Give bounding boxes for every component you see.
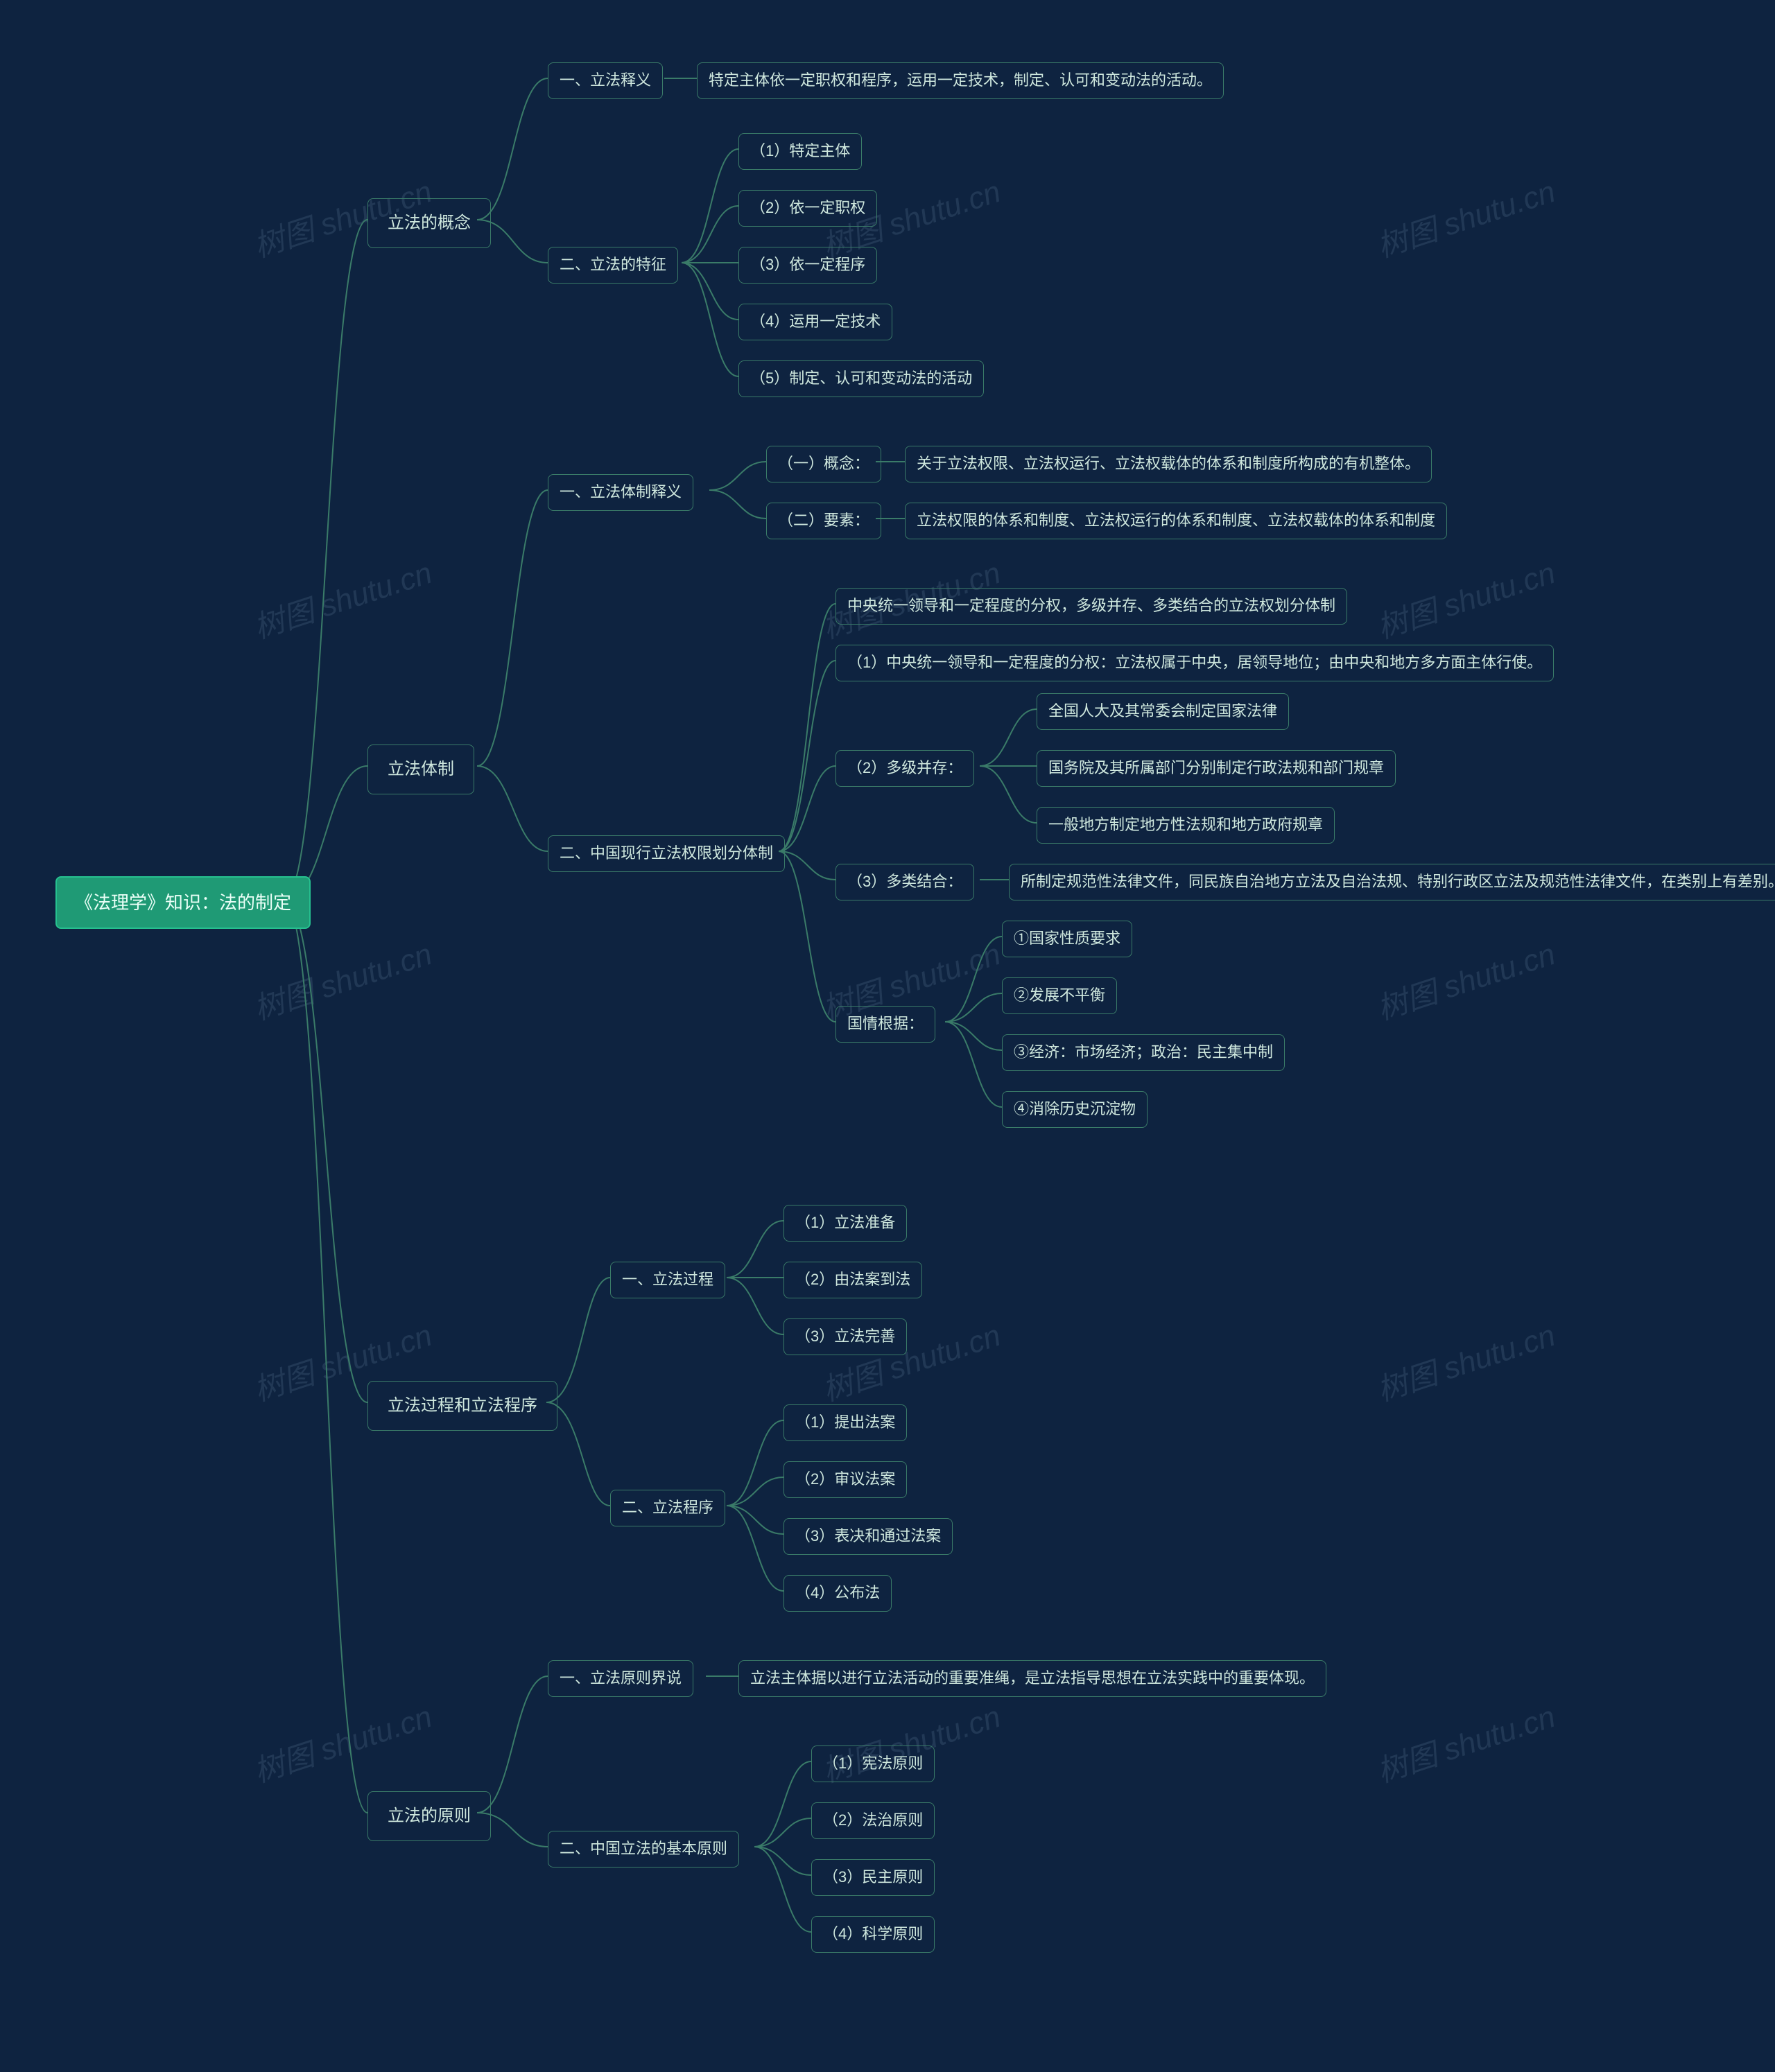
s2-b1-i1-detail: 关于立法权限、立法权运行、立法权载体的体系和制度所构成的有机整体。: [905, 446, 1432, 482]
s2-b2-basis[interactable]: 国情根据：: [835, 1006, 935, 1043]
watermark: 树图 shutu.cn: [248, 548, 437, 647]
section-concept[interactable]: 立法的概念: [367, 198, 491, 248]
watermark: 树图 shutu.cn: [1371, 1310, 1560, 1409]
s2-b2-basis-a: ①国家性质要求: [1002, 921, 1132, 957]
s4-b2-i4: （4）科学原则: [811, 1916, 935, 1953]
s2-b1-i2[interactable]: （二）要素：: [766, 503, 881, 539]
s2-b2[interactable]: 二、中国现行立法权限划分体制: [548, 835, 785, 872]
watermark: 树图 shutu.cn: [1371, 1691, 1560, 1791]
s2-b2-p2-c: 一般地方制定地方性法规和地方政府规章: [1037, 807, 1335, 844]
s2-b1-i2-detail: 立法权限的体系和制度、立法权运行的体系和制度、立法权载体的体系和制度: [905, 503, 1447, 539]
s1-b2[interactable]: 二、立法的特征: [548, 247, 678, 284]
s1-b2-i1: （1）特定主体: [738, 133, 862, 170]
s4-b1[interactable]: 一、立法原则界说: [548, 1660, 693, 1697]
s1-b2-i4: （4）运用一定技术: [738, 304, 892, 340]
s2-b2-p2[interactable]: （2）多级并存：: [835, 750, 974, 787]
watermark: 树图 shutu.cn: [248, 1691, 437, 1791]
s1-b2-i3: （3）依一定程序: [738, 247, 877, 284]
watermark: 树图 shutu.cn: [1371, 929, 1560, 1028]
watermark: 树图 shutu.cn: [1371, 548, 1560, 647]
s3-b1-i3: （3）立法完善: [783, 1318, 907, 1355]
s4-b2-i2: （2）法治原则: [811, 1802, 935, 1839]
s3-b1[interactable]: 一、立法过程: [610, 1262, 725, 1298]
s4-b1-detail: 立法主体据以进行立法活动的重要准绳，是立法指导思想在立法实践中的重要体现。: [738, 1660, 1326, 1697]
mindmap-canvas: 树图 shutu.cn 树图 shutu.cn 树图 shutu.cn 树图 s…: [0, 0, 1775, 2072]
s4-b2[interactable]: 二、中国立法的基本原则: [548, 1831, 739, 1868]
section-system[interactable]: 立法体制: [367, 745, 474, 794]
s4-b2-i3: （3）民主原则: [811, 1859, 935, 1896]
section-process[interactable]: 立法过程和立法程序: [367, 1381, 557, 1431]
s2-b2-top: 中央统一领导和一定程度的分权，多级并存、多类结合的立法权划分体制: [835, 588, 1347, 625]
s2-b2-p2-b: 国务院及其所属部门分别制定行政法规和部门规章: [1037, 750, 1396, 787]
s1-b2-i5: （5）制定、认可和变动法的活动: [738, 360, 984, 397]
watermark: 树图 shutu.cn: [1371, 166, 1560, 265]
watermark: 树图 shutu.cn: [248, 929, 437, 1028]
s3-b2-i4: （4）公布法: [783, 1575, 892, 1612]
s1-b1[interactable]: 一、立法释义: [548, 62, 663, 99]
s3-b2[interactable]: 二、立法程序: [610, 1490, 725, 1526]
s2-b1-i1[interactable]: （一）概念：: [766, 446, 881, 482]
s2-b2-p3[interactable]: （3）多类结合：: [835, 864, 974, 900]
s2-b2-p2-a: 全国人大及其常委会制定国家法律: [1037, 693, 1289, 730]
s2-b2-p1: （1）中央统一领导和一定程度的分权：立法权属于中央，居领导地位；由中央和地方多方…: [835, 645, 1554, 681]
s2-b2-basis-c: ③经济：市场经济；政治：民主集中制: [1002, 1034, 1285, 1071]
s2-b2-basis-d: ④消除历史沉淀物: [1002, 1091, 1148, 1128]
s2-b2-basis-b: ②发展不平衡: [1002, 977, 1117, 1014]
s3-b1-i2: （2）由法案到法: [783, 1262, 922, 1298]
s3-b2-i1: （1）提出法案: [783, 1404, 907, 1441]
s3-b1-i1: （1）立法准备: [783, 1205, 907, 1242]
s1-b1-detail: 特定主体依一定职权和程序，运用一定技术，制定、认可和变动法的活动。: [697, 62, 1224, 99]
s3-b2-i3: （3）表决和通过法案: [783, 1518, 953, 1555]
section-principle[interactable]: 立法的原则: [367, 1791, 491, 1841]
s2-b2-p3-detail: 所制定规范性法律文件，同民族自治地方立法及自治法规、特别行政区立法及规范性法律文…: [1009, 864, 1775, 900]
s4-b2-i1: （1）宪法原则: [811, 1745, 935, 1782]
s2-b1[interactable]: 一、立法体制释义: [548, 474, 693, 511]
root-node[interactable]: 《法理学》知识：法的制定: [55, 876, 311, 929]
s1-b2-i2: （2）依一定职权: [738, 190, 877, 227]
s3-b2-i2: （2）审议法案: [783, 1461, 907, 1498]
